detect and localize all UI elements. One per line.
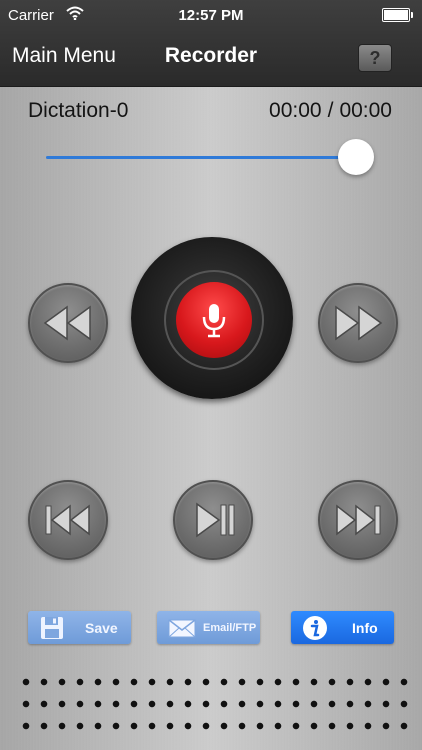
rewind-icon: [43, 305, 91, 341]
email-ftp-label: Email/FTP: [203, 622, 257, 634]
navigation-bar: Carrier 12:57 PM Main Menu Recorder ?: [0, 0, 422, 87]
skip-to-end-button[interactable]: [318, 480, 398, 560]
slider-thumb[interactable]: [338, 139, 374, 175]
skip-to-end-icon: [336, 504, 381, 536]
floppy-disk-icon: [41, 617, 63, 639]
email-ftp-button[interactable]: Email/FTP: [157, 611, 260, 644]
info-label: Info: [352, 620, 378, 636]
status-bar: Carrier 12:57 PM: [0, 0, 422, 30]
save-label: Save: [85, 620, 118, 636]
total-time: 00:00: [339, 99, 392, 122]
status-time: 12:57 PM: [178, 7, 244, 24]
help-icon: ?: [369, 48, 381, 68]
play-pause-icon: [196, 502, 235, 538]
skip-to-start-icon: [45, 504, 90, 536]
envelope-icon: [168, 619, 196, 638]
play-pause-button[interactable]: [173, 480, 253, 560]
position-slider[interactable]: [46, 156, 356, 159]
record-core: [176, 282, 252, 358]
current-time: 00:00: [269, 99, 322, 122]
speaker-grille: [17, 671, 411, 737]
recorder-panel: [0, 87, 422, 750]
record-ring: [164, 270, 264, 370]
fast-forward-icon: [335, 305, 383, 341]
time-separator: /: [327, 99, 334, 122]
record-button[interactable]: [131, 237, 293, 399]
file-name: Dictation-0: [28, 99, 129, 122]
info-icon: [303, 616, 327, 640]
skip-to-start-button[interactable]: [28, 480, 108, 560]
save-button[interactable]: Save: [28, 611, 131, 644]
info-button[interactable]: Info: [291, 611, 394, 644]
fast-forward-button[interactable]: [318, 283, 398, 363]
microphone-icon: [202, 304, 226, 338]
help-button[interactable]: ?: [358, 44, 392, 72]
rewind-button[interactable]: [28, 283, 108, 363]
time-display: 00:00/00:00: [269, 99, 392, 123]
battery-icon: [382, 8, 413, 22]
